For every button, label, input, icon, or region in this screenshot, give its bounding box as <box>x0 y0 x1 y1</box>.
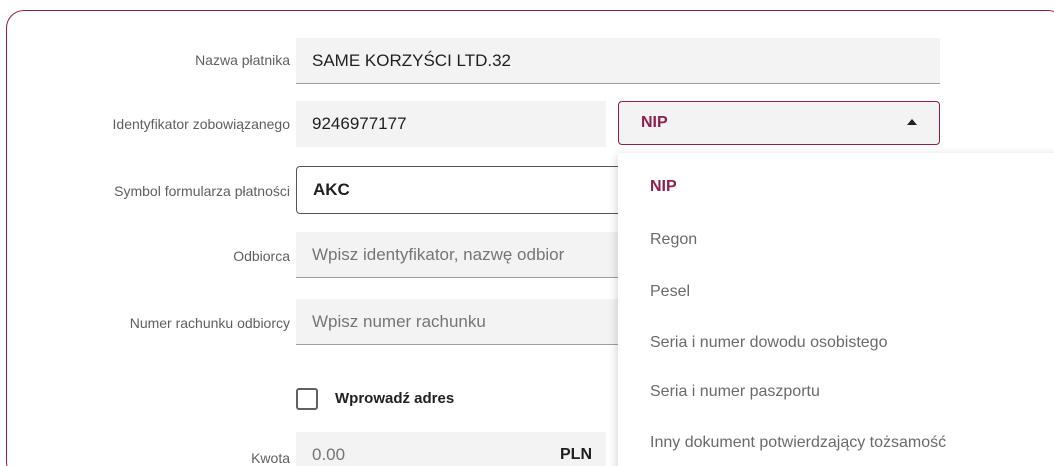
payer-name-label: Nazwa płatnika <box>195 52 290 68</box>
payer-name-value: SAME KORZYŚCI LTD.32 <box>312 50 512 70</box>
obligor-id-field[interactable]: 9246977177 <box>296 101 606 147</box>
account-number-label: Numer rachunku odbiorcy <box>129 315 290 331</box>
id-type-select[interactable]: NIP <box>618 101 940 145</box>
menu-item-regon[interactable]: Regon <box>650 231 697 249</box>
obligor-id-value: 9246977177 <box>312 114 407 133</box>
obligor-id-label: Identyfikator zobowiązanego <box>112 116 290 132</box>
account-number-placeholder: Wpisz numer rachunku <box>312 311 486 331</box>
form-symbol-value: AKC <box>313 180 350 199</box>
form-symbol-field[interactable]: AKC <box>296 166 636 214</box>
menu-item-id-card[interactable]: Seria i numer dowodu osobistego <box>650 334 887 352</box>
caret-up-icon <box>907 119 917 125</box>
id-type-dropdown-menu: NIP Regon Pesel Seria i numer dowodu oso… <box>618 153 1054 466</box>
recipient-input[interactable]: Wpisz identyfikator, nazwę odbior <box>296 232 636 278</box>
amount-input[interactable]: 0.00 PLN <box>296 432 606 466</box>
recipient-placeholder: Wpisz identyfikator, nazwę odbior <box>312 244 565 264</box>
menu-item-pesel[interactable]: Pesel <box>650 283 690 301</box>
address-checkbox-label[interactable]: Wprowadź adres <box>335 390 454 407</box>
form-symbol-label: Symbol formularza płatności <box>114 183 290 199</box>
currency-label: PLN <box>560 446 592 463</box>
menu-item-passport[interactable]: Seria i numer paszportu <box>650 383 820 401</box>
amount-label: Kwota <box>251 450 290 466</box>
recipient-label: Odbiorca <box>233 248 290 264</box>
address-checkbox[interactable] <box>296 388 318 410</box>
menu-item-nip[interactable]: NIP <box>650 178 677 196</box>
account-number-input[interactable]: Wpisz numer rachunku <box>296 299 636 345</box>
payer-name-field[interactable]: SAME KORZYŚCI LTD.32 <box>296 38 940 84</box>
menu-item-other-document[interactable]: Inny dokument potwierdzający tożsamość <box>650 434 946 452</box>
amount-value: 0.00 <box>312 445 346 464</box>
id-type-selected-value: NIP <box>641 114 668 131</box>
